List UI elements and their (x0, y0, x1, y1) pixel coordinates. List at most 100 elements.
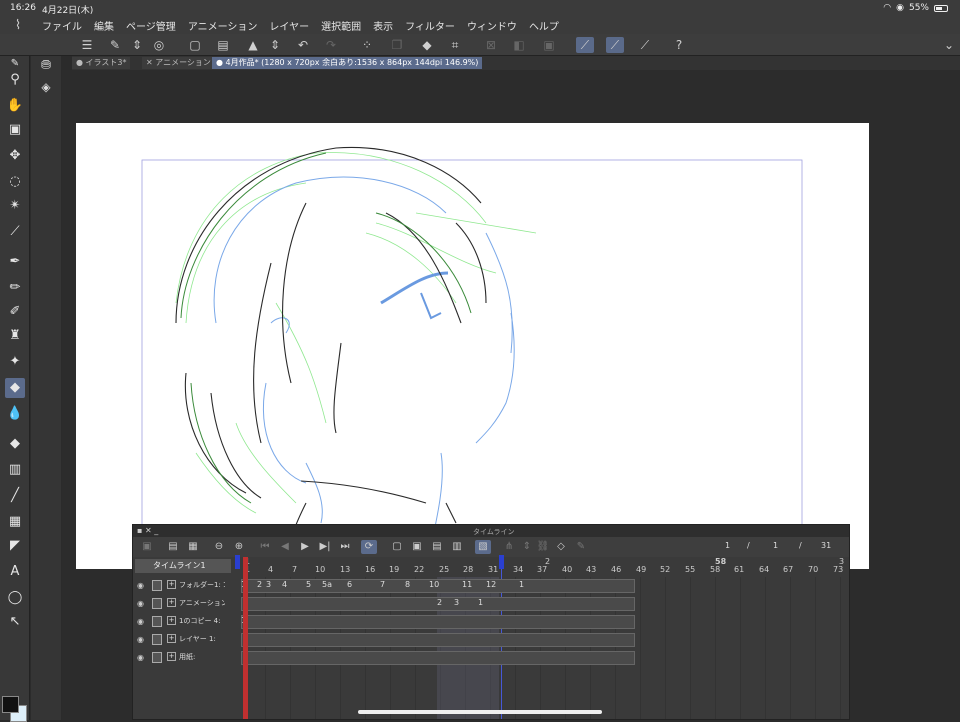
close-icon[interactable]: ▪ ✕ _ (137, 526, 158, 535)
hand-icon[interactable]: ✋ (5, 96, 25, 116)
eyedropper-icon[interactable]: ⟋ (5, 222, 25, 242)
fill-icon[interactable]: ◆ (418, 37, 436, 53)
balloon-icon[interactable]: ◯ (5, 588, 25, 608)
vector-icon[interactable]: ⟋ (576, 37, 594, 53)
track-row[interactable]: ◉ + レイヤー 1: (133, 631, 849, 649)
range-end-marker[interactable] (499, 555, 504, 569)
new-icon[interactable]: ▢ (186, 37, 204, 53)
pen-vector-icon[interactable]: ⟋ (606, 37, 624, 53)
eye-icon[interactable]: ◉ (137, 653, 144, 662)
foreground-color[interactable] (2, 696, 19, 713)
loop-icon[interactable]: ⟳ (361, 540, 377, 554)
track-bar[interactable] (241, 651, 635, 665)
expand-icon[interactable]: + (167, 598, 176, 607)
figure-icon[interactable]: ╱ (5, 486, 25, 506)
light-table-icon[interactable]: ◇ (553, 540, 569, 554)
menu-help[interactable]: ヘルプ (523, 18, 565, 33)
expand-icon[interactable]: + (167, 616, 176, 625)
menu-filter[interactable]: フィルター (399, 18, 461, 33)
updown-icon[interactable]: ⇕ (519, 540, 535, 554)
edit-icon[interactable]: ✎ (106, 37, 124, 53)
range-start-marker[interactable] (235, 555, 240, 569)
line-icon[interactable]: ⟋ (636, 37, 654, 53)
tab-animation[interactable]: ✕ アニメーション (142, 57, 215, 69)
chevron-down-icon[interactable]: ⌄ (940, 37, 958, 53)
ruler-icon[interactable]: ◤ (5, 536, 25, 556)
color-swatch[interactable] (2, 696, 28, 722)
zoom-icon[interactable]: ⚲ (5, 70, 25, 90)
fill-bucket-icon[interactable]: ◆ (5, 434, 25, 454)
home-indicator[interactable] (358, 710, 602, 714)
first-frame-icon[interactable]: ⏮ (257, 540, 273, 554)
airbrush-icon[interactable]: ♜ (5, 326, 25, 346)
new-timeline-icon[interactable]: ▣ (139, 540, 155, 554)
zoom-out-icon[interactable]: ⊖ (211, 540, 227, 554)
correct-line-icon[interactable]: ↖ (5, 612, 25, 632)
track-row[interactable]: ◉ + 1のコピー 4: 1 (133, 613, 849, 631)
track-row[interactable]: ◉ + フォルダー1: 14 1 2 3 4 5 5a 6 7 8 10 11 … (133, 577, 849, 595)
menu-edit[interactable]: 編集 (88, 18, 120, 33)
redo-icon[interactable]: ↷ (322, 37, 340, 53)
move-icon[interactable]: ✥ (5, 146, 25, 166)
app-logo-icon[interactable]: ⌇ (0, 18, 36, 33)
cloud-icon[interactable]: ⇕ (266, 37, 284, 53)
eye-icon[interactable]: ◉ (137, 635, 144, 644)
layers-icon[interactable]: ◈ (37, 78, 55, 96)
menu-file[interactable]: ファイル (36, 18, 88, 33)
lasso-icon[interactable]: ◌ (5, 172, 25, 192)
transform-icon[interactable]: ⌗ (446, 37, 464, 53)
adjust-icon[interactable]: ⇕ (128, 37, 146, 53)
copy-icon[interactable]: ❐ (388, 37, 406, 53)
cel-icon[interactable]: ▤ (429, 540, 445, 554)
playhead[interactable] (243, 557, 248, 719)
expand-icon[interactable]: + (167, 652, 176, 661)
last-frame-icon[interactable]: ⏭ (337, 540, 353, 554)
eye-icon[interactable]: ◉ (137, 581, 144, 590)
save-icon[interactable]: ▲ (244, 37, 262, 53)
keyframe-icon[interactable]: ⋔ (501, 540, 517, 554)
smartphone-icon[interactable]: ◎ (150, 37, 168, 53)
canvas-paper[interactable] (76, 123, 869, 569)
prev-frame-icon[interactable]: ◀ (277, 540, 293, 554)
next-frame-icon[interactable]: ▶| (317, 540, 333, 554)
eraser-icon[interactable]: ◆ (5, 378, 25, 398)
pencil-icon[interactable]: ✏ (5, 278, 25, 298)
draw-icon[interactable]: ✎ (573, 540, 589, 554)
frame-ruler[interactable]: 1 2 58 3 1 4 7 10 13 16 19 22 25 28 31 3… (241, 557, 847, 575)
undo-icon[interactable]: ↶ (294, 37, 312, 53)
mask-icon[interactable]: ◧ (510, 37, 528, 53)
timeline-settings-icon[interactable]: ▤ (165, 540, 181, 554)
track-bar[interactable] (241, 633, 635, 647)
gradient-icon[interactable]: ▥ (5, 460, 25, 480)
brush-tool-icon[interactable]: ✐ (5, 302, 25, 322)
tab-illust3[interactable]: ● イラスト3* (72, 57, 131, 69)
pen-icon[interactable]: ✒ (5, 252, 25, 272)
timeline-list-icon[interactable]: ▦ (185, 540, 201, 554)
menu-icon[interactable]: ☰ (78, 37, 96, 53)
track-row[interactable]: ◉ + アニメーション2 2 3 1 (133, 595, 849, 613)
decoration-icon[interactable]: ✦ (5, 352, 25, 372)
track-bar[interactable] (241, 615, 635, 629)
new-cel-icon[interactable]: ▢ (389, 540, 405, 554)
delete-cel-icon[interactable]: ▥ (449, 540, 465, 554)
help-icon[interactable]: ? (670, 37, 688, 53)
select-icon[interactable]: ▣ (540, 37, 558, 53)
expand-icon[interactable]: + (167, 580, 176, 589)
deselect-icon[interactable]: ⁘ (358, 37, 376, 53)
menu-window[interactable]: ウィンドウ (461, 18, 523, 33)
tab-april-work[interactable]: ● 4月作品* (1280 x 720px 余白あり:1536 x 864px … (212, 57, 483, 69)
menu-view[interactable]: 表示 (367, 18, 399, 33)
menu-selection[interactable]: 選択範囲 (315, 18, 367, 33)
expand-icon[interactable]: + (167, 634, 176, 643)
text-icon[interactable]: A (5, 562, 25, 582)
open-icon[interactable]: ▤ (214, 37, 232, 53)
layer-property-icon[interactable]: ⛁ (37, 56, 55, 74)
menu-layer[interactable]: レイヤー (263, 18, 315, 33)
menu-animation[interactable]: アニメーション (182, 18, 264, 33)
menu-page[interactable]: ページ管理 (120, 18, 182, 33)
operation-icon[interactable]: ▣ (5, 120, 25, 140)
blend-icon[interactable]: 💧 (5, 404, 25, 424)
track-row[interactable]: ◉ + 用紙: (133, 649, 849, 667)
eye-icon[interactable]: ◉ (137, 617, 144, 626)
play-icon[interactable]: ▶ (297, 540, 313, 554)
